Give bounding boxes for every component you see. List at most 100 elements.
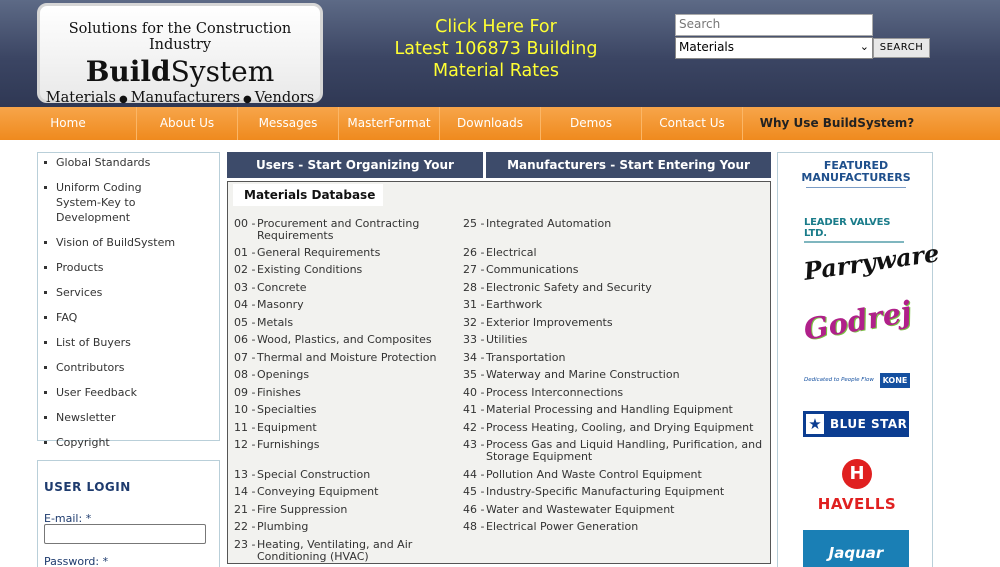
rates-promo-link[interactable]: Click Here For Latest 106873 Building Ma… [376,16,616,82]
database-category-link[interactable]: 32 - Exterior Improvements [463,317,613,329]
jaquar-logo[interactable]: Jaquar [803,530,909,567]
database-category-link[interactable]: 43 - Process Gas and Liquid Handling, Pur… [463,439,762,463]
category-name: Waterway and Marine Construction [486,368,680,381]
tab-users[interactable]: Users - Start Organizing Your Materials [227,152,483,198]
database-category-link[interactable]: 09 - Finishes [234,387,301,399]
database-category-link[interactable]: 12 - Furnishings [234,439,320,451]
category-code: 07 - [234,351,256,364]
database-category-link[interactable]: 14 - Conveying Equipment [234,486,378,498]
database-category-link[interactable]: 45 - Industry-Specific Manufacturing Equi… [463,486,724,498]
havells-logo[interactable]: H HAVELLS [804,459,910,515]
category-code: 48 - [463,520,485,533]
category-code: 32 - [463,316,485,329]
database-category-link[interactable]: 08 - Openings [234,369,309,381]
category-code: 04 - [234,298,256,311]
nav-why-use[interactable]: Why Use BuildSystem? [743,107,931,140]
sidebar-item-uniform-coding[interactable]: Uniform Coding System-Key to Development [38,180,219,225]
kone-logo[interactable]: Dedicated to People Flow KONE [804,373,910,391]
category-name: Fire Suppression [257,503,348,516]
database-category-link[interactable]: 04 - Masonry [234,299,304,311]
database-category-link[interactable]: 34 - Transportation [463,352,565,364]
database-title: Materials Database [233,184,383,206]
nav-messages[interactable]: Messages [238,107,339,140]
database-category-link[interactable]: 23 - Heating, Ventilating, and Air Conditi… [234,539,412,563]
sidebar-item-products[interactable]: Products [38,260,219,275]
sidebar-item-copyright[interactable]: Copyright [38,435,219,450]
search-button[interactable]: SEARCH [873,38,930,58]
database-category-link[interactable]: 33 - Utilities [463,334,527,346]
category-name: Metals [257,316,294,329]
blue-star-logo[interactable]: ★ BLUE STAR [803,411,909,437]
category-code: 45 - [463,485,485,498]
email-field[interactable] [44,524,206,544]
sidebar-item-user-feedback[interactable]: User Feedback [38,385,219,400]
category-name: Process Heating, Cooling, and Drying Equ… [486,421,754,434]
search-category-select[interactable]: Materials ⌄ [675,37,873,59]
database-category-link[interactable]: 35 - Waterway and Marine Construction [463,369,680,381]
category-name: Exterior Improvements [486,316,613,329]
database-category-link[interactable]: 06 - Wood, Plastics, and Composites [234,334,432,346]
database-category-link[interactable]: 03 - Concrete [234,282,307,294]
sidebar-item-services[interactable]: Services [38,285,219,300]
nav-contact-us[interactable]: Contact Us [642,107,743,140]
database-category-link[interactable]: 13 - Special Construction [234,469,370,481]
database-category-link[interactable]: 21 - Fire Suppression [234,504,347,516]
materials-database-panel: Materials Database 00 - Procurement and C… [227,181,771,564]
category-name: Earthwork [486,298,543,311]
category-code: 09 - [234,386,256,399]
sidebar-item-newsletter[interactable]: Newsletter [38,410,219,425]
database-category-link[interactable]: 40 - Process Interconnections [463,387,623,399]
tab-manufacturers[interactable]: Manufacturers - Start Entering Your Mate… [486,152,771,198]
nav-downloads[interactable]: Downloads [440,107,541,140]
nav-about-us[interactable]: About Us [137,107,238,140]
category-code: 27 - [463,263,485,276]
category-name: Electrical [486,246,537,259]
category-code: 28 - [463,281,485,294]
database-category-link[interactable]: 02 - Existing Conditions [234,264,362,276]
sidebar-item-list-of-buyers[interactable]: List of Buyers [38,335,219,350]
nav-demos[interactable]: Demos [541,107,642,140]
category-name: Electrical Power Generation [486,520,639,533]
sidebar-item-contributors[interactable]: Contributors [38,360,219,375]
category-name: Furnishings [257,438,320,451]
logo-tagline: Solutions for the Construction Industry [68,21,292,53]
database-category-link[interactable]: 41 - Material Processing and Handling Equ… [463,404,733,416]
category-code: 35 - [463,368,485,381]
category-code: 26 - [463,246,485,259]
database-category-link[interactable]: 10 - Specialties [234,404,317,416]
database-category-link[interactable]: 00 - Procurement and Contracting Requireme… [234,218,419,242]
database-category-link[interactable]: 48 - Electrical Power Generation [463,521,638,533]
database-category-link[interactable]: 42 - Process Heating, Cooling, and Drying… [463,422,753,434]
category-name: Finishes [257,386,301,399]
database-category-link[interactable]: 27 - Communications [463,264,578,276]
category-name: Water and Wastewater Equipment [486,503,675,516]
featured-manufacturers: FEATURED MANUFACTURERS LEADER VALVES LTD… [777,152,941,567]
nav-home[interactable]: Home [0,107,137,140]
database-category-link[interactable]: 26 - Electrical [463,247,537,259]
database-category-link[interactable]: 11 - Equipment [234,422,317,434]
nav-masterformat[interactable]: MasterFormat [339,107,440,140]
sidebar-item-faq[interactable]: FAQ [38,310,219,325]
sidebar-item-global-standards[interactable]: Global Standards [38,155,219,170]
database-category-link[interactable]: 25 - Integrated Automation [463,218,611,230]
category-name: Thermal and Moisture Protection [257,351,437,364]
category-code: 40 - [463,386,485,399]
database-category-link[interactable]: 46 - Water and Wastewater Equipment [463,504,674,516]
database-category-link[interactable]: 44 - Pollution And Waste Control Equipmen… [463,469,702,481]
database-category-link[interactable]: 05 - Metals [234,317,293,329]
category-code: 44 - [463,468,485,481]
database-category-link[interactable]: 01 - General Requirements [234,247,380,259]
leader-valves-logo[interactable]: LEADER VALVES LTD. [804,217,910,243]
database-category-link[interactable]: 28 - Electronic Safety and Security [463,282,652,294]
category-name: Wood, Plastics, and Composites [257,333,432,346]
search-input[interactable]: Search [675,14,873,36]
category-name: Industry-Specific Manufacturing Equipmen… [486,485,725,498]
category-name: Electronic Safety and Security [486,281,652,294]
site-logo[interactable]: Solutions for the Construction Industry … [37,3,323,106]
database-category-link[interactable]: 22 - Plumbing [234,521,308,533]
database-category-link[interactable]: 07 - Thermal and Moisture Protection [234,352,436,364]
parryware-logo[interactable]: Parryware [802,238,941,293]
godrej-logo[interactable]: Godrej [801,294,914,355]
database-category-link[interactable]: 31 - Earthwork [463,299,542,311]
sidebar-item-vision[interactable]: Vision of BuildSystem [38,235,219,250]
